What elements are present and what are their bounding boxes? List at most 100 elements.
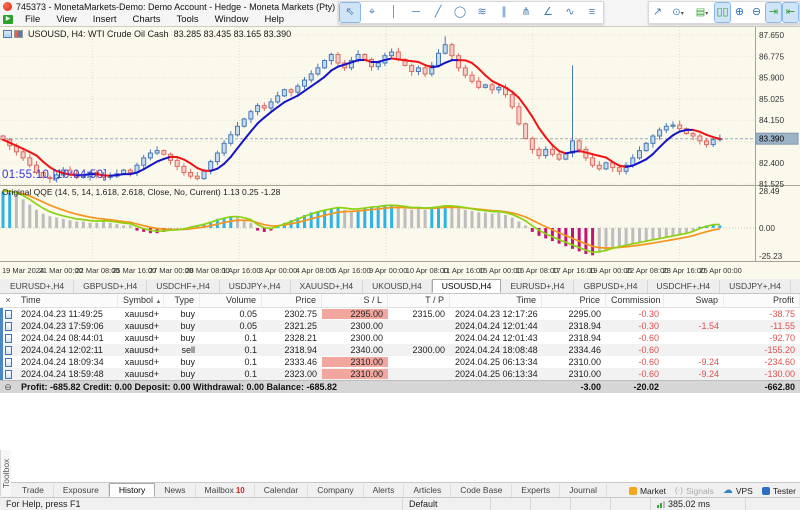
history-rows: 2024.04.23 11:49:25xauusd+buy0.052302.75… [0, 308, 800, 380]
horizontal-line-icon[interactable]: ─ [406, 3, 426, 22]
trendline-icon[interactable]: ╱ [428, 3, 448, 22]
chart-tab-eurusd--h4[interactable]: EURUSD+,H4 [1, 280, 74, 293]
fibonacci-icon[interactable]: ≋ [472, 3, 492, 22]
menu-tools[interactable]: Tools [168, 13, 206, 26]
menu-charts[interactable]: Charts [125, 13, 169, 26]
market-link[interactable]: Market [629, 486, 666, 496]
chart-tab-eurusd--h4[interactable]: EURUSD+,H4 [501, 280, 574, 293]
chart-tab-usdjpy--h4[interactable]: USDJPY+,H4 [220, 280, 291, 293]
tab-history[interactable]: History [109, 483, 155, 497]
candlestick-mode-icon[interactable]: ▯▯ [715, 3, 730, 22]
symbol-period-label: USOUSD, H4: [28, 29, 86, 39]
chart-tab-usdchf--h4[interactable]: USDCHF+,H4 [147, 280, 220, 293]
toolbox-quick-links: Market (·)Signals ☁VPS Tester [629, 483, 796, 498]
col-type[interactable]: Type [164, 294, 200, 307]
menu-window[interactable]: Window [207, 13, 257, 26]
history-row[interactable]: 2024.04.23 11:49:25xauusd+buy0.052302.75… [0, 308, 800, 320]
chart-tab-xauusd--h4[interactable]: XAUUSD+,H4 [291, 280, 364, 293]
tab-experts[interactable]: Experts [512, 484, 560, 497]
chart-tab-gbpusd--h4[interactable]: GBPUSD+,H4 [74, 280, 147, 293]
menu-insert[interactable]: Insert [85, 13, 125, 26]
tab-news[interactable]: News [155, 484, 195, 497]
menu-view[interactable]: View [48, 13, 84, 26]
history-row[interactable]: 2024.04.24 08:44:01xauusd+buy0.12328.212… [0, 332, 800, 344]
tab-calendar[interactable]: Calendar [255, 484, 309, 497]
col-time[interactable]: Time [16, 294, 118, 307]
toolbox-tab-bar: TradeExposureHistoryNewsMailbox10Calenda… [0, 482, 800, 497]
chart-tab-usdjpy--h4[interactable]: USDJPY+,H4 [720, 280, 791, 293]
tester-link[interactable]: Tester [762, 486, 796, 496]
order-doc-icon [5, 310, 12, 319]
tab-mailbox[interactable]: Mailbox10 [196, 484, 255, 497]
zoom-in-icon[interactable]: ⊕ [732, 3, 747, 22]
tab-exposure[interactable]: Exposure [54, 484, 109, 497]
history-row[interactable]: 2024.04.23 17:59:06xauusd+buy0.052321.25… [0, 320, 800, 332]
equidistant-channel-icon[interactable]: ≡ [582, 3, 602, 22]
history-row[interactable]: 2024.04.24 12:02:11xauusd+sell0.12318.94… [0, 344, 800, 356]
zoom-out-icon[interactable]: ⊖ [749, 3, 764, 22]
svg-text:85.025: 85.025 [759, 95, 784, 104]
tab-trade[interactable]: Trade [13, 484, 54, 497]
chart-area: 87.65086.77585.90085.02584.15083.27582.4… [0, 26, 800, 279]
chart-tab-usousd-h4[interactable]: USOUSD,H4 [432, 279, 502, 293]
col-volume[interactable]: Volume [200, 294, 262, 307]
crosshair-icon[interactable]: ⌖ [362, 3, 382, 22]
chart-tab-gbpusd--h4[interactable]: GBPUSD+,H4 [574, 280, 647, 293]
history-row[interactable]: 2024.04.24 18:09:34xauusd+buy0.12333.462… [0, 356, 800, 368]
chart-tab-bar: EURUSD+,H4GBPUSD+,H4USDCHF+,H4USDJPY+,H4… [0, 279, 800, 294]
col-tp[interactable]: T / P [388, 294, 450, 307]
timeframe-icon[interactable]: ⊙▾ [667, 3, 689, 22]
col-sl[interactable]: S / L [322, 294, 388, 307]
ellipse-icon[interactable]: ◯ [450, 3, 470, 22]
signals-link[interactable]: (·)Signals [675, 486, 714, 496]
menu-help[interactable]: Help [256, 13, 292, 26]
menu-file[interactable]: File [17, 13, 48, 26]
help-hint: For Help, press F1 [0, 498, 402, 510]
close-panel-icon[interactable]: × [0, 294, 16, 307]
tab-articles[interactable]: Articles [404, 484, 451, 497]
mailbox-unread-count: 10 [236, 484, 245, 497]
connection-status[interactable]: 385.02 ms [650, 498, 745, 510]
tab-code-base[interactable]: Code Base [451, 484, 512, 497]
col-swap[interactable]: Swap [664, 294, 724, 307]
cycle-lines-icon[interactable]: ∿ [560, 3, 580, 22]
col-profit[interactable]: Profit [724, 294, 800, 307]
tester-icon [762, 487, 770, 495]
channel-icon[interactable]: ∥ [494, 3, 514, 22]
chart-type-icon[interactable]: ▤▾ [691, 3, 713, 22]
cursor-icon[interactable]: ⇖ [340, 3, 360, 22]
chart-shift-icon[interactable]: ⇤ [783, 3, 798, 22]
vertical-line-icon[interactable]: │ [384, 3, 404, 22]
col-symbol[interactable]: Symbol ▲ [118, 294, 164, 307]
vps-link[interactable]: ☁VPS [723, 486, 753, 496]
col-price[interactable]: Price [262, 294, 322, 307]
profile-selector[interactable]: Default [402, 498, 490, 510]
col-close-time[interactable]: Time [450, 294, 542, 307]
history-summary-row: ⊖ Profit: -685.82 Credit: 0.00 Deposit: … [0, 380, 800, 393]
indicator-label: Original QQE (14, 5, 14, 1.618, 2.618, C… [2, 187, 280, 197]
tab-journal[interactable]: Journal [560, 484, 607, 497]
chart-tab-xauusd--h4[interactable]: XAUUSD+,H4 [791, 280, 800, 293]
auto-scroll-icon[interactable]: ⇥ [766, 3, 781, 22]
expand-chart-icon[interactable]: ↗ [650, 3, 665, 22]
main-chart-canvas[interactable]: 87.65086.77585.90085.02584.15083.27582.4… [0, 27, 800, 280]
app-icon [3, 2, 12, 11]
chart-window-icon: ▶ [3, 15, 13, 24]
col-commission[interactable]: Commission [606, 294, 664, 307]
chart-tab-usdchf--h4[interactable]: USDCHF+,H4 [648, 280, 721, 293]
col-close-price[interactable]: Price [542, 294, 606, 307]
toolbox-vertical-tab[interactable]: Toolbox [0, 450, 11, 496]
chart-toolbar: ↗ ⊙▾ ▤▾ ▯▯ ⊕ ⊖ ⇥ ⇤ [648, 1, 800, 24]
fibo-fan-icon[interactable]: ∠ [538, 3, 558, 22]
candle-countdown-timer: 01:55:10 [10:04:50] [2, 169, 107, 181]
svg-text:3 Apr 00:00: 3 Apr 00:00 [259, 266, 297, 275]
svg-text:4 Apr 08:00: 4 Apr 08:00 [296, 266, 334, 275]
order-doc-icon [5, 346, 12, 355]
history-row[interactable]: 2024.04.24 18:59:48xauusd+buy0.12323.002… [0, 368, 800, 380]
tab-alerts[interactable]: Alerts [364, 484, 405, 497]
tab-company[interactable]: Company [308, 484, 363, 497]
chart-tab-ukousd-h4[interactable]: UKOUSD,H4 [363, 280, 432, 293]
order-doc-icon [5, 334, 12, 343]
time-axis: 19 Mar 202421 Mar 00:0022 Mar 08:0025 Ma… [2, 266, 742, 275]
pitchfork-icon[interactable]: ⋔ [516, 3, 536, 22]
